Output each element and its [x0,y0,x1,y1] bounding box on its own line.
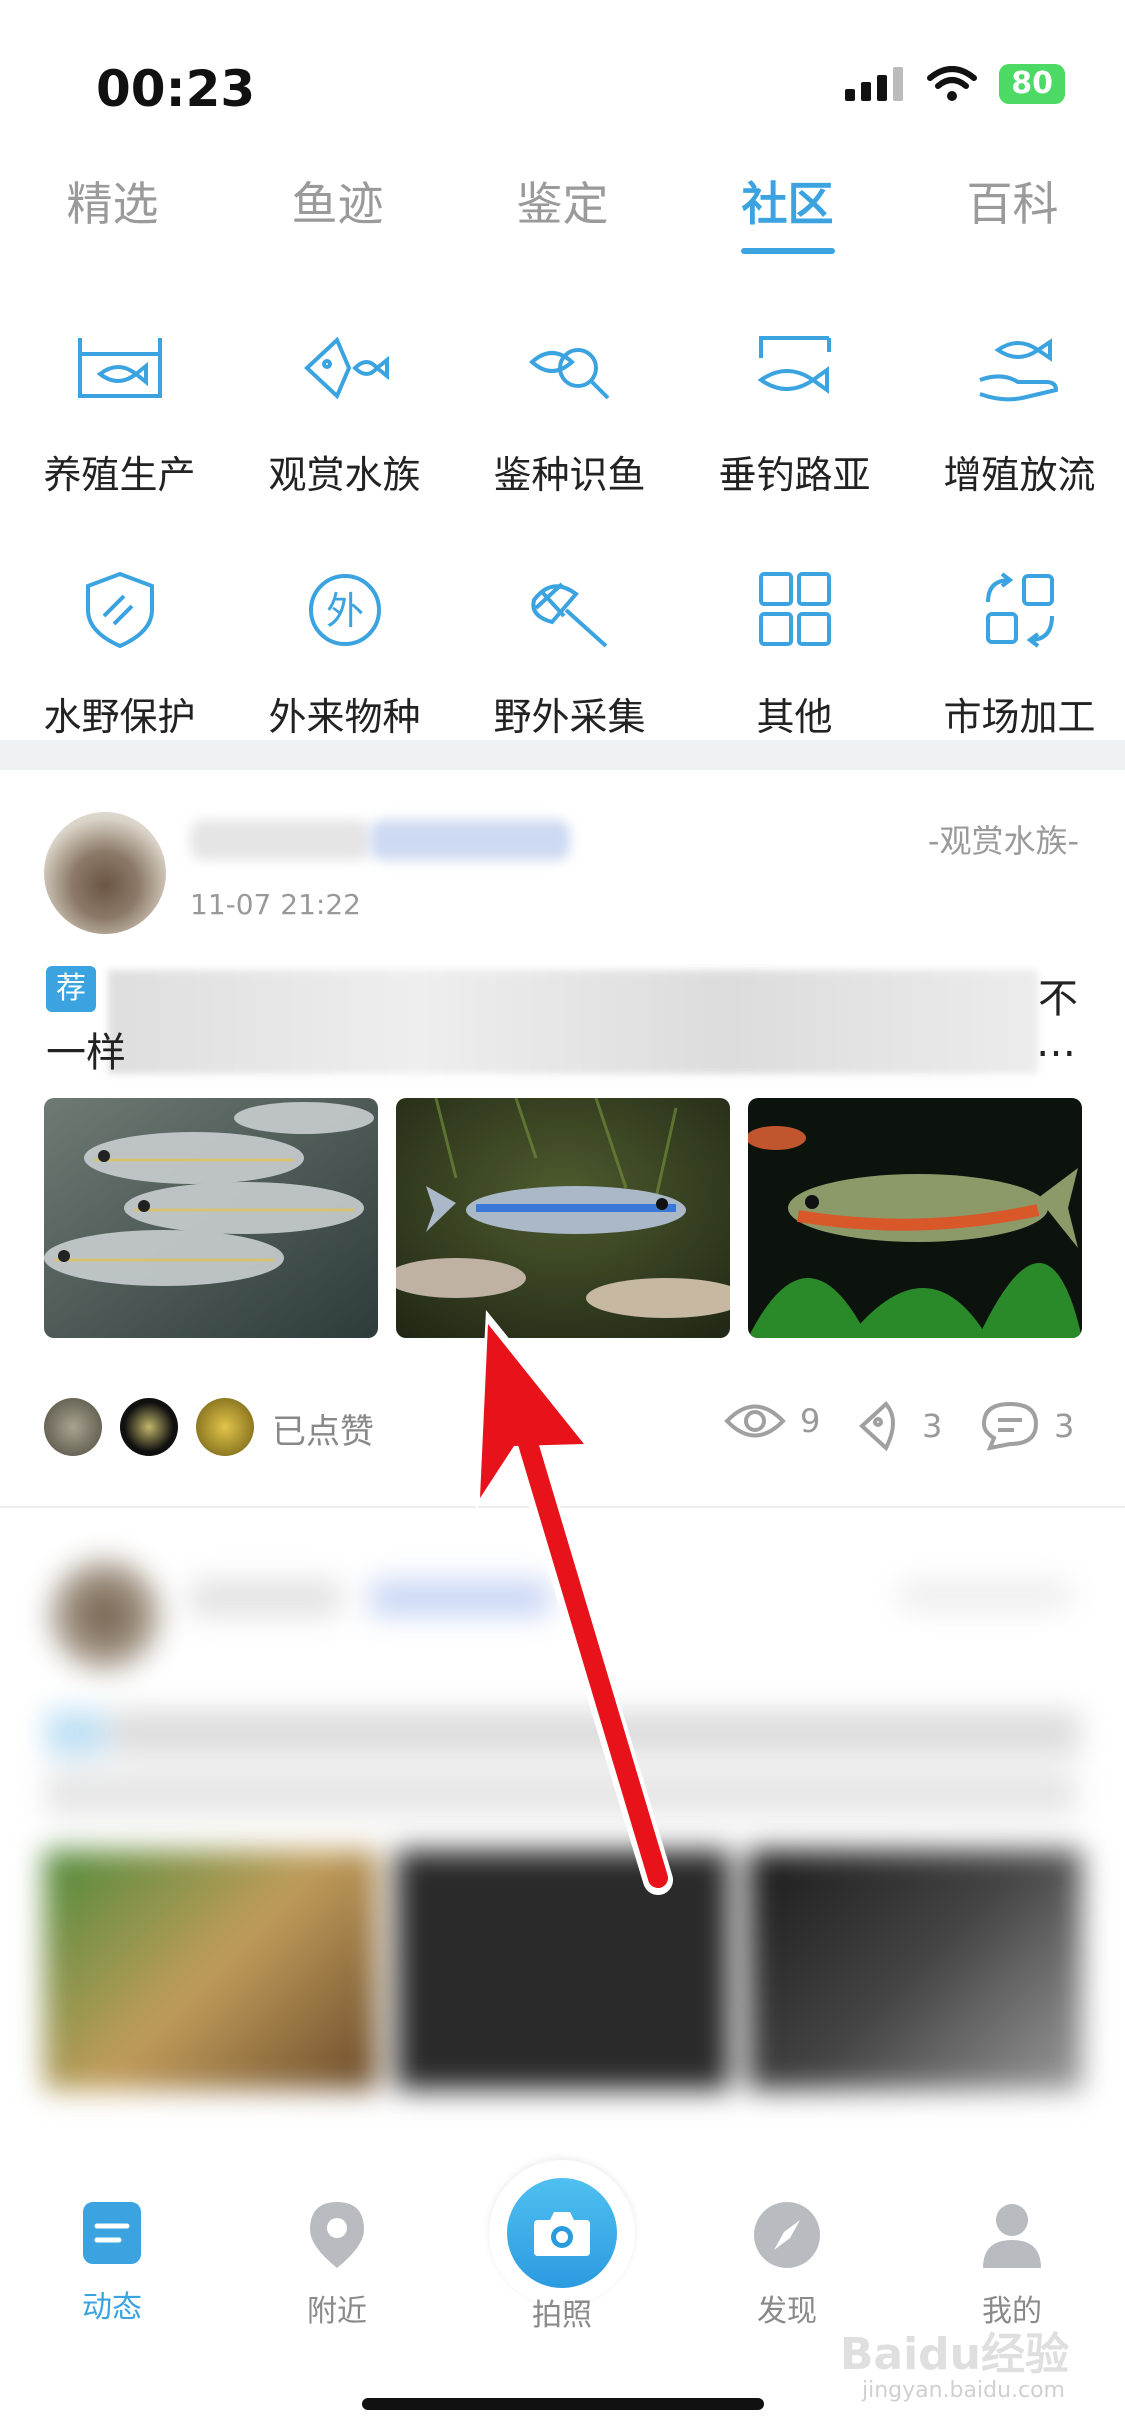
location-pin-icon [310,2202,364,2268]
watermark-logo: Baidu经验 [839,2329,1069,2380]
compass-icon [754,2202,820,2268]
nav-profile[interactable]: 我的 [932,2200,1092,2330]
nav-feed[interactable]: 动态 [32,2200,192,2326]
nav-photo-label[interactable]: 拍照 [482,2290,642,2334]
annotation-arrow [476,1310,673,1895]
watermark-url: jingyan.baidu.com [861,2378,1065,2403]
feed-icon [83,2202,141,2264]
home-indicator [362,2398,764,2410]
nav-nearby[interactable]: 附近 [257,2200,417,2330]
camera-icon [534,2212,590,2256]
nav-discover[interactable]: 发现 [707,2200,867,2330]
camera-button[interactable] [507,2178,617,2288]
user-icon [983,2204,1041,2268]
